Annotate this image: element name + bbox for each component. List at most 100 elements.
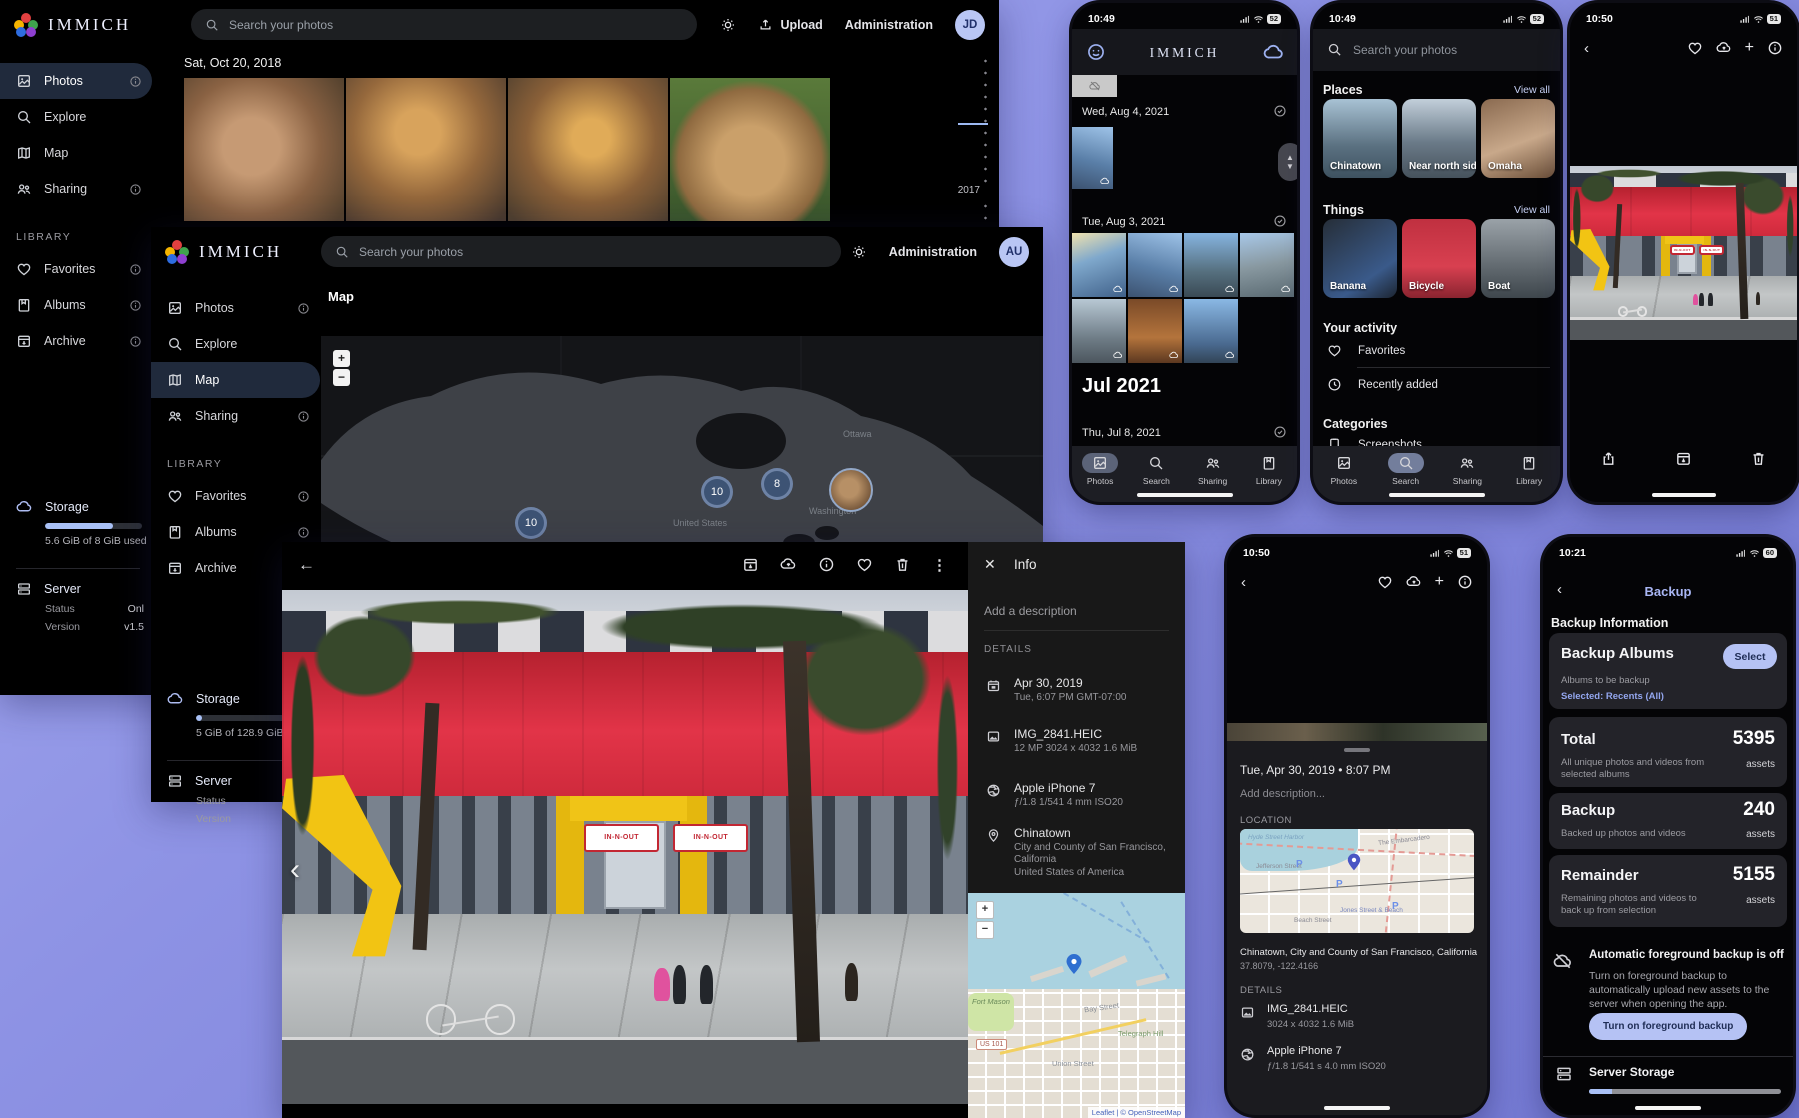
info-circle-icon[interactable] xyxy=(297,302,310,315)
place-card[interactable]: Near north side xyxy=(1402,99,1476,178)
map-cluster-marker[interactable]: 10 xyxy=(515,507,547,539)
map-zoom-out-button[interactable]: − xyxy=(976,921,994,939)
place-card[interactable]: Chinatown xyxy=(1323,99,1397,178)
nav-item-photos[interactable]: Photos xyxy=(1072,453,1128,486)
immich-logo[interactable]: IMMICH xyxy=(14,0,131,49)
sidebar-item-archive[interactable]: Archive xyxy=(0,323,152,359)
back-chevron-icon[interactable]: ‹ xyxy=(1584,40,1589,57)
scrollbar-handle[interactable]: ▲▼ xyxy=(1278,143,1297,181)
sidebar-item-explore[interactable]: Explore xyxy=(0,99,152,135)
select-check-icon[interactable] xyxy=(1273,104,1287,118)
photo-thumbnail[interactable] xyxy=(670,78,830,221)
sidebar-item-sharing[interactable]: Sharing xyxy=(151,398,320,434)
info-circle-icon[interactable] xyxy=(1457,574,1473,590)
map-zoom-out-button[interactable]: − xyxy=(333,369,350,386)
favorites-row[interactable]: Favorites xyxy=(1327,343,1405,358)
photo-thumbnail[interactable] xyxy=(1240,233,1294,297)
user-avatar[interactable]: AU xyxy=(999,237,1029,267)
description-field[interactable]: Add a description xyxy=(984,604,1077,618)
info-circle-icon[interactable] xyxy=(129,299,142,312)
photo-thumbnail[interactable] xyxy=(1072,299,1126,363)
location-minimap[interactable]: Fort Mason US 101 Bay Street Union Stree… xyxy=(968,893,1185,1118)
sidebar-item-photos[interactable]: Photos xyxy=(0,63,152,99)
nav-item-library[interactable]: Library xyxy=(1498,453,1560,486)
archive-icon[interactable] xyxy=(1675,450,1692,467)
back-chevron-icon[interactable]: ‹ xyxy=(1241,574,1246,591)
add-icon[interactable]: + xyxy=(1435,574,1444,590)
administration-link[interactable]: Administration xyxy=(845,18,933,32)
back-arrow-icon[interactable]: ← xyxy=(298,555,315,575)
close-icon[interactable]: ✕ xyxy=(984,556,996,573)
photo-thumbnail[interactable] xyxy=(1184,233,1238,297)
map-attribution[interactable]: Leaflet | © OpenStreetMap xyxy=(1088,1107,1185,1118)
sidebar-item-map[interactable]: Map xyxy=(0,135,152,171)
info-circle-icon[interactable] xyxy=(129,183,142,196)
select-check-icon[interactable] xyxy=(1273,425,1287,439)
photo-thumbnail[interactable] xyxy=(1072,127,1113,189)
upload-button[interactable]: Upload xyxy=(758,17,822,32)
kebab-menu-icon[interactable]: ⋮ xyxy=(932,556,947,574)
heart-icon[interactable] xyxy=(1687,40,1703,56)
sidebar-item-explore[interactable]: Explore xyxy=(151,326,320,362)
thing-card[interactable]: Boat xyxy=(1481,219,1555,298)
user-avatar[interactable]: JD xyxy=(955,10,985,40)
cloud-upload-icon[interactable] xyxy=(1406,574,1422,590)
sidebar-item-favorites[interactable]: Favorites xyxy=(0,251,152,287)
select-button[interactable]: Select xyxy=(1723,644,1777,669)
sidebar-item-map[interactable]: Map xyxy=(151,362,320,398)
photo-strip[interactable] xyxy=(1227,723,1487,741)
sidebar-item-albums[interactable]: Albums xyxy=(0,287,152,323)
sidebar-item-favorites[interactable]: Favorites xyxy=(151,478,320,514)
recently-added-row[interactable]: Recently added xyxy=(1327,377,1438,392)
archive-icon[interactable] xyxy=(742,556,759,573)
nav-item-library[interactable]: Library xyxy=(1241,453,1297,486)
thing-card[interactable]: Bicycle xyxy=(1402,219,1476,298)
thing-card[interactable]: Banana xyxy=(1323,219,1397,298)
info-circle-icon[interactable] xyxy=(818,556,835,573)
photo-thumbnail[interactable] xyxy=(1072,75,1117,97)
select-check-icon[interactable] xyxy=(1273,214,1287,228)
trash-icon[interactable] xyxy=(894,556,911,573)
theme-toggle-icon[interactable] xyxy=(851,244,867,260)
share-icon[interactable] xyxy=(1600,450,1617,467)
map-cluster-marker[interactable]: 10 xyxy=(701,476,733,508)
description-field[interactable]: Add description... xyxy=(1240,788,1325,800)
view-all-link[interactable]: View all xyxy=(1514,84,1550,96)
photo-thumbnail[interactable] xyxy=(184,78,344,221)
timeline-scrubber-handle[interactable] xyxy=(958,123,988,125)
photo-thumbnail[interactable] xyxy=(508,78,668,221)
trash-icon[interactable] xyxy=(1750,450,1767,467)
location-map[interactable]: Hyde Street Harbor Jefferson Street The … xyxy=(1240,829,1474,933)
nav-item-sharing[interactable]: Sharing xyxy=(1437,453,1499,486)
sidebar-item-photos[interactable]: Photos xyxy=(151,290,320,326)
backup-avatar-icon[interactable] xyxy=(1263,41,1285,63)
map-photo-cluster[interactable] xyxy=(829,468,873,512)
view-all-link[interactable]: View all xyxy=(1514,204,1550,216)
photo-thumbnail[interactable] xyxy=(1128,299,1182,363)
administration-link[interactable]: Administration xyxy=(889,245,977,259)
immich-logo[interactable]: IMMICH xyxy=(165,227,282,276)
turn-on-foreground-backup-button[interactable]: Turn on foreground backup xyxy=(1589,1013,1747,1040)
photo-thumbnail[interactable] xyxy=(1184,299,1238,363)
photo-thumbnail[interactable] xyxy=(346,78,506,221)
place-card[interactable]: Omaha xyxy=(1481,99,1555,178)
info-circle-icon[interactable] xyxy=(129,263,142,276)
info-circle-icon[interactable] xyxy=(297,410,310,423)
search-input[interactable]: Search your photos xyxy=(191,9,697,40)
add-icon[interactable]: + xyxy=(1745,40,1754,56)
nav-item-search[interactable]: Search xyxy=(1128,453,1184,486)
photo-thumbnail[interactable] xyxy=(1128,233,1182,297)
theme-toggle-icon[interactable] xyxy=(720,17,736,33)
cloud-upload-icon[interactable] xyxy=(780,556,797,573)
previous-photo-chevron[interactable]: ‹ xyxy=(290,853,300,887)
map-zoom-in-button[interactable]: + xyxy=(333,350,350,367)
info-circle-icon[interactable] xyxy=(297,490,310,503)
photo-thumbnail[interactable] xyxy=(1072,233,1126,297)
info-circle-icon[interactable] xyxy=(1767,40,1783,56)
drag-handle[interactable] xyxy=(1344,748,1370,752)
timeline-scrubber-dots[interactable] xyxy=(984,55,987,183)
search-input[interactable]: Search your photos xyxy=(321,236,841,267)
map-cluster-marker[interactable]: 8 xyxy=(761,468,793,500)
photo-in-n-out[interactable]: IN-N-OUT IN-N-OUT xyxy=(1570,166,1797,340)
nav-item-photos[interactable]: Photos xyxy=(1313,453,1375,486)
